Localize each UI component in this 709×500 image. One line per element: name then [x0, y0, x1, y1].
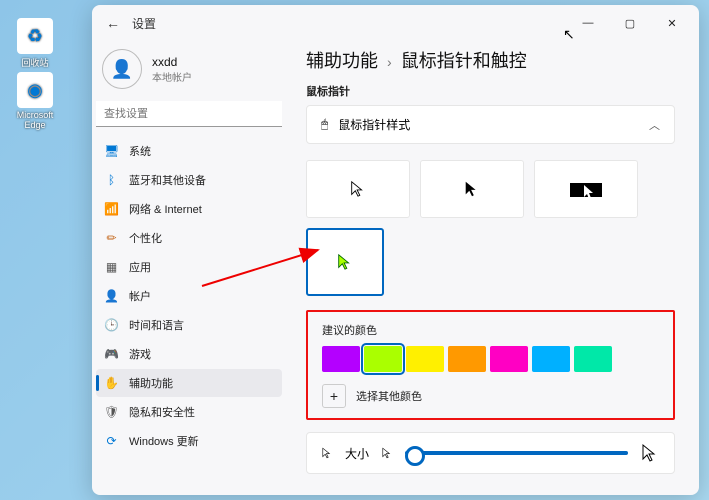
chevron-up-icon: ︿ — [649, 117, 660, 133]
settings-window: ← 设置 — ▢ ✕ 👤 xxdd 本地帐户 🖥 系统 ᛒ 蓝牙和其他设备 📶 网络 & … — [92, 5, 699, 495]
nav-label: 辅助功能 — [129, 375, 173, 391]
nav-item[interactable]: 🖥 系统 — [96, 137, 282, 165]
nav-icon: 🕒 — [104, 318, 119, 332]
color-swatch[interactable] — [532, 346, 570, 372]
crumb-current: 鼠标指针和触控 — [401, 51, 527, 71]
nav-icon: ⟳ — [104, 434, 119, 448]
avatar-icon: 👤 — [102, 49, 142, 89]
nav-item[interactable]: 👤 帐户 — [96, 282, 282, 310]
close-button[interactable]: ✕ — [651, 9, 693, 37]
colors-label: 建议的颜色 — [322, 322, 659, 338]
nav-label: 应用 — [129, 259, 151, 275]
nav-item[interactable]: ᛒ 蓝牙和其他设备 — [96, 166, 282, 194]
nav-item[interactable]: ✋ 辅助功能 — [96, 369, 282, 397]
cursor-large-icon — [640, 443, 660, 463]
nav-item[interactable]: 🕒 时间和语言 — [96, 311, 282, 339]
nav-label: Windows 更新 — [129, 433, 199, 449]
nav-label: 游戏 — [129, 346, 151, 362]
size-label: 大小 — [345, 445, 369, 462]
nav-label: 个性化 — [129, 230, 162, 246]
desktop-icon-recycle[interactable]: ♻ 回收站 — [10, 18, 60, 69]
recycle-icon: ♻ — [17, 18, 53, 54]
pointer-style-accordion[interactable]: 🖱 鼠标指针样式 ︿ — [306, 105, 675, 144]
desktop-icon-label: 回收站 — [10, 56, 60, 69]
nav-icon: 🖥 — [104, 144, 119, 158]
section-label-pointer: 鼠标指针 — [306, 83, 675, 99]
nav-item[interactable]: ⟳ Windows 更新 — [96, 427, 282, 455]
edge-icon: ◉ — [17, 72, 53, 108]
user-block[interactable]: 👤 xxdd 本地帐户 — [96, 45, 282, 99]
nav-icon: 🛡 — [104, 405, 119, 419]
maximize-button[interactable]: ▢ — [609, 9, 651, 37]
color-swatch[interactable] — [574, 346, 612, 372]
plus-icon: + — [322, 384, 346, 408]
nav-item[interactable]: ✏ 个性化 — [96, 224, 282, 252]
pointer-style-white[interactable] — [306, 160, 410, 218]
pointer-style-black[interactable] — [420, 160, 524, 218]
search-input[interactable] — [96, 101, 282, 127]
chevron-right-icon: › — [387, 54, 392, 70]
nav-label: 系统 — [129, 143, 151, 159]
choose-other-color[interactable]: + 选择其他颜色 — [322, 384, 659, 408]
titlebar: ← 设置 — ▢ ✕ — [92, 5, 699, 41]
recommended-colors-box: 建议的颜色 + 选择其他颜色 — [306, 310, 675, 420]
minimize-button[interactable]: — — [567, 9, 609, 37]
nav-label: 时间和语言 — [129, 317, 184, 333]
user-sub: 本地帐户 — [152, 69, 192, 84]
crumb-parent[interactable]: 辅助功能 — [306, 51, 378, 71]
nav-label: 蓝牙和其他设备 — [129, 172, 206, 188]
desktop-icon-label: Microsoft Edge — [10, 110, 60, 130]
cursor-small-icon — [381, 447, 393, 459]
nav-item[interactable]: 🛡 隐私和安全性 — [96, 398, 282, 426]
nav-item[interactable]: ▦ 应用 — [96, 253, 282, 281]
main-content: 辅助功能 › 鼠标指针和触控 鼠标指针 🖱 鼠标指针样式 ︿ — [290, 41, 699, 495]
nav-icon: ✏ — [104, 231, 119, 245]
color-swatches — [322, 346, 659, 372]
other-color-label: 选择其他颜色 — [356, 388, 422, 404]
user-name: xxdd — [152, 55, 192, 69]
color-swatch[interactable] — [406, 346, 444, 372]
sidebar: 👤 xxdd 本地帐户 🖥 系统 ᛒ 蓝牙和其他设备 📶 网络 & Internet ✏ 个性… — [92, 41, 290, 495]
window-title: 设置 — [132, 15, 156, 32]
desktop-icon-edge[interactable]: ◉ Microsoft Edge — [10, 72, 60, 130]
accordion-label: 鼠标指针样式 — [338, 116, 410, 133]
cursor-icon: 🖱 — [321, 117, 328, 132]
breadcrumb: 辅助功能 › 鼠标指针和触控 — [306, 47, 675, 73]
nav-item[interactable]: 🎮 游戏 — [96, 340, 282, 368]
color-swatch[interactable] — [490, 346, 528, 372]
color-swatch[interactable] — [364, 346, 402, 372]
nav-label: 帐户 — [129, 288, 151, 304]
size-row: 大小 — [306, 432, 675, 474]
color-swatch[interactable] — [322, 346, 360, 372]
nav-icon: ᛒ — [104, 173, 119, 187]
nav-list: 🖥 系统 ᛒ 蓝牙和其他设备 📶 网络 & Internet ✏ 个性化 ▦ 应用 👤 帐户 🕒 时间和语… — [96, 137, 282, 455]
nav-label: 隐私和安全性 — [129, 404, 195, 420]
nav-item[interactable]: 📶 网络 & Internet — [96, 195, 282, 223]
pointer-styles-grid — [306, 154, 675, 306]
cursor-small-icon — [321, 447, 333, 459]
size-slider[interactable] — [405, 451, 628, 455]
nav-icon: 🎮 — [104, 347, 119, 361]
nav-icon: ▦ — [104, 260, 119, 274]
nav-icon: ✋ — [104, 376, 119, 390]
pointer-style-custom[interactable] — [306, 228, 384, 296]
nav-label: 网络 & Internet — [129, 201, 202, 217]
color-swatch[interactable] — [448, 346, 486, 372]
nav-icon: 📶 — [104, 202, 119, 216]
pointer-style-inverted[interactable] — [534, 160, 638, 218]
back-button[interactable]: ← — [102, 15, 124, 31]
nav-icon: 👤 — [104, 289, 119, 303]
